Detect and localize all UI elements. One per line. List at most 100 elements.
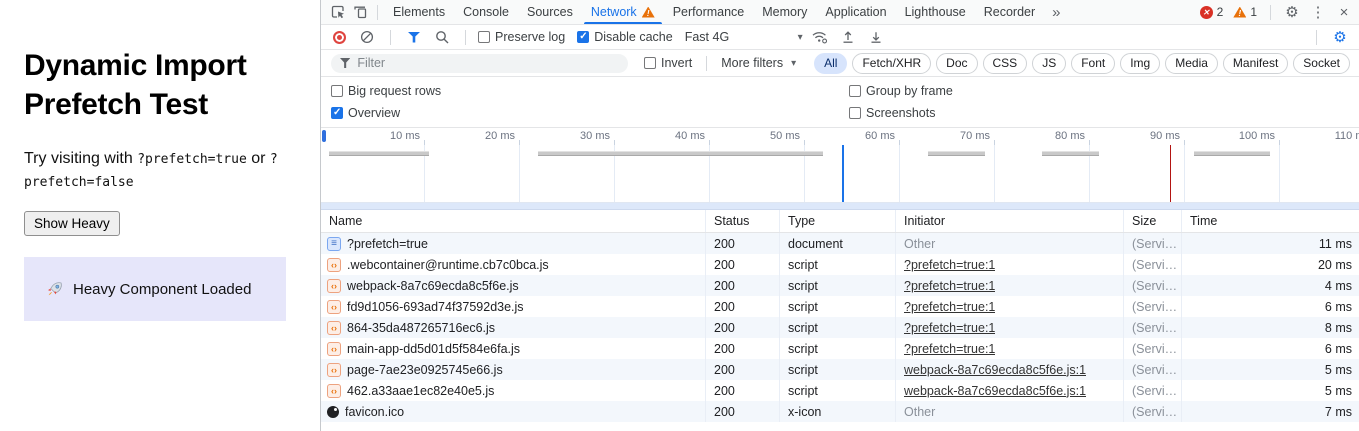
preserve-log-label: Preserve log [495, 30, 565, 44]
table-row[interactable]: favicon.ico200x-iconOther(Servi…7 ms [321, 401, 1359, 422]
initiator-link[interactable]: ?prefetch=true:1 [904, 321, 995, 335]
intro-text-mid: or [247, 150, 270, 167]
filter-chip-img[interactable]: Img [1120, 53, 1160, 74]
filter-input-pill[interactable] [331, 54, 628, 73]
filter-chip-font[interactable]: Font [1071, 53, 1115, 74]
cell-name: ‹›462.a33aae1ec82e40e5.js [321, 380, 706, 401]
tab-elements[interactable]: Elements [384, 0, 454, 24]
checkbox[interactable] [478, 31, 490, 43]
table-row[interactable]: ‹›fd9d1056-693ad74f37592d3e.js200script?… [321, 296, 1359, 317]
cell-status: 200 [706, 317, 780, 338]
screenshots-checkbox[interactable]: Screenshots [849, 106, 1359, 120]
initiator-link[interactable]: ?prefetch=true:1 [904, 342, 995, 356]
invert-checkbox[interactable]: Invert [644, 56, 692, 70]
column-header-type[interactable]: Type [780, 210, 896, 232]
more-tabs-icon[interactable]: » [1044, 4, 1068, 21]
table-row[interactable]: ‹›462.a33aae1ec82e40e5.js200scriptwebpac… [321, 380, 1359, 401]
request-name: ?prefetch=true [347, 237, 428, 251]
overview-request-bar [1194, 151, 1270, 156]
clear-network-log-icon[interactable] [356, 27, 378, 47]
cell-type: script [780, 317, 896, 338]
cell-status: 200 [706, 296, 780, 317]
tab-console[interactable]: Console [454, 0, 518, 24]
device-toolbar-icon[interactable] [349, 2, 371, 22]
tab-sources[interactable]: Sources [518, 0, 582, 24]
table-row[interactable]: ≡?prefetch=true200documentOther(Servi…11… [321, 233, 1359, 254]
checkbox[interactable] [577, 31, 589, 43]
tabbar-right-controls: ✕2 !1 ⚙ ⋮ × [1197, 2, 1355, 22]
tab-application[interactable]: Application [816, 0, 895, 24]
throttling-select[interactable]: Fast 4G ▾ [685, 30, 803, 44]
filter-chip-doc[interactable]: Doc [936, 53, 977, 74]
initiator-link[interactable]: webpack-8a7c69ecda8c5f6e.js:1 [904, 363, 1086, 377]
filter-chip-media[interactable]: Media [1165, 53, 1218, 74]
export-har-icon[interactable] [865, 27, 887, 47]
checkbox[interactable] [644, 57, 656, 69]
initiator-link[interactable]: ?prefetch=true:1 [904, 258, 995, 272]
column-header-size[interactable]: Size [1124, 210, 1182, 232]
settings-gear-icon[interactable]: ⚙ [1281, 2, 1303, 22]
table-row[interactable]: ‹›main-app-dd5d01d5f584e6fa.js200script?… [321, 338, 1359, 359]
overview-checkbox[interactable]: Overview [331, 106, 441, 120]
timeline-tick-label: 70 ms [930, 130, 990, 142]
initiator-link[interactable]: ?prefetch=true:1 [904, 279, 995, 293]
cell-initiator: webpack-8a7c69ecda8c5f6e.js:1 [896, 380, 1124, 401]
tab-performance[interactable]: Performance [664, 0, 754, 24]
request-name: 864-35da487265716ec6.js [347, 321, 495, 335]
column-header-time[interactable]: Time [1182, 210, 1359, 232]
filter-chip-fetch-xhr[interactable]: Fetch/XHR [852, 53, 931, 74]
import-har-icon[interactable] [837, 27, 859, 47]
big-request-rows-checkbox[interactable]: Big request rows [331, 84, 441, 98]
cell-size: (Servi… [1124, 401, 1182, 422]
group-by-frame-checkbox[interactable]: Group by frame [849, 84, 1359, 98]
tab-recorder[interactable]: Recorder [975, 0, 1044, 24]
cell-type: script [780, 254, 896, 275]
record-network-log-icon[interactable] [333, 31, 346, 44]
overview-waterfall-chart[interactable] [321, 145, 1359, 203]
disable-cache-checkbox[interactable]: Disable cache [577, 30, 673, 44]
filter-chip-js[interactable]: JS [1032, 53, 1066, 74]
intro-text-before: Try visiting with [24, 150, 137, 167]
column-header-name[interactable]: Name [321, 210, 706, 232]
table-row[interactable]: ‹›864-35da487265716ec6.js200script?prefe… [321, 317, 1359, 338]
initiator-link[interactable]: ?prefetch=true:1 [904, 300, 995, 314]
column-header-status[interactable]: Status [706, 210, 780, 232]
close-devtools-icon[interactable]: × [1333, 2, 1355, 22]
filter-icon[interactable] [403, 27, 425, 47]
timeline-tick-label: 80 ms [1025, 130, 1085, 142]
error-count: 2 [1217, 5, 1224, 19]
overview-left-handle[interactable] [322, 130, 326, 142]
more-filters-dropdown[interactable]: More filters ▾ [721, 56, 796, 70]
search-icon[interactable] [431, 27, 453, 47]
cell-size: (Servi… [1124, 338, 1182, 359]
network-conditions-icon[interactable] [809, 27, 831, 47]
error-count-badge[interactable]: ✕2 [1197, 5, 1227, 19]
initiator-link[interactable]: webpack-8a7c69ecda8c5f6e.js:1 [904, 384, 1086, 398]
kebab-menu-icon[interactable]: ⋮ [1307, 2, 1329, 22]
filter-chip-css[interactable]: CSS [983, 53, 1028, 74]
table-row[interactable]: ‹›.webcontainer@runtime.cb7c0bca.js200sc… [321, 254, 1359, 275]
checkbox[interactable] [331, 107, 343, 119]
preserve-log-checkbox[interactable]: Preserve log [478, 30, 565, 44]
inspect-element-icon[interactable] [327, 2, 349, 22]
checkbox[interactable] [849, 85, 861, 97]
network-settings-gear-icon[interactable]: ⚙ [1329, 27, 1351, 47]
timeline-ruler[interactable]: 10 ms20 ms30 ms40 ms50 ms60 ms70 ms80 ms… [321, 128, 1359, 145]
checkbox[interactable] [331, 85, 343, 97]
filter-chip-manifest[interactable]: Manifest [1223, 53, 1288, 74]
filter-input[interactable] [357, 56, 619, 70]
warning-count-badge[interactable]: !1 [1230, 5, 1260, 19]
tab-network[interactable]: Network! [582, 0, 664, 24]
column-header-initiator[interactable]: Initiator [896, 210, 1124, 232]
request-name: .webcontainer@runtime.cb7c0bca.js [347, 258, 549, 272]
tab-memory[interactable]: Memory [753, 0, 816, 24]
cell-name: favicon.ico [321, 401, 706, 422]
table-row[interactable]: ‹›webpack-8a7c69ecda8c5f6e.js200script?p… [321, 275, 1359, 296]
tab-lighthouse[interactable]: Lighthouse [896, 0, 975, 24]
script-icon: ‹› [327, 300, 341, 314]
table-row[interactable]: ‹›page-7ae23e0925745e66.js200scriptwebpa… [321, 359, 1359, 380]
filter-chip-all[interactable]: All [814, 53, 847, 74]
checkbox[interactable] [849, 107, 861, 119]
filter-chip-socket[interactable]: Socket [1293, 53, 1350, 74]
show-heavy-button[interactable]: Show Heavy [24, 211, 120, 236]
